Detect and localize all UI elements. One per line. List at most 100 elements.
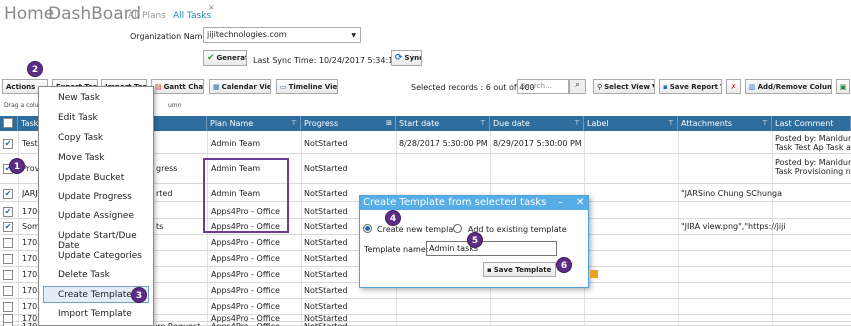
gantt-icon: ▤ xyxy=(155,82,162,91)
cell-progress: NotStarted xyxy=(304,254,348,263)
row-checkbox[interactable]: ✔ xyxy=(3,189,13,199)
column-label[interactable]: Label ⊤ xyxy=(584,116,678,131)
select-view-button[interactable]: ⚲ Select View ▼ xyxy=(593,79,655,94)
filter-icon[interactable]: ⊤ xyxy=(574,119,580,127)
filter-icon[interactable]: ⊤ xyxy=(291,119,297,127)
menu-item-update-categories[interactable]: Update Categories xyxy=(58,251,142,261)
close-tab-icon[interactable]: × xyxy=(208,3,215,12)
column-progress[interactable]: Progress ⊞ xyxy=(301,116,396,131)
menu-item-new-task[interactable]: New Task xyxy=(58,93,100,103)
cell-start-date: 8/28/2017 5:30:00 PM xyxy=(399,139,488,148)
row-checkbox[interactable] xyxy=(3,270,13,280)
column-label-label: Label xyxy=(587,119,609,128)
calendar-view-button[interactable]: ▦ Calendar View xyxy=(209,79,271,94)
timeline-view-button[interactable]: ▭ Timeline View xyxy=(276,79,338,94)
chevron-down-icon: ▼ xyxy=(720,83,721,90)
save-report-label: Save Report xyxy=(669,82,719,91)
filter-icon[interactable]: ⊤ xyxy=(480,119,486,127)
cell-progress: NotStarted xyxy=(304,302,348,311)
row-checkbox[interactable] xyxy=(3,254,13,264)
chevron-down-icon: ▼ xyxy=(652,83,654,90)
save-report-button[interactable]: ▪ Save Report ▼ xyxy=(659,79,722,94)
filter-icon: ⚲ xyxy=(597,82,603,91)
filter-icon[interactable]: ⊤ xyxy=(762,119,768,127)
add-existing-radio[interactable] xyxy=(453,224,462,233)
create-new-radio[interactable] xyxy=(363,224,372,233)
row-checkbox[interactable] xyxy=(3,302,13,312)
cell-progress: NotStarted xyxy=(304,238,348,247)
tab-all-plans[interactable]: All Plans xyxy=(128,11,166,21)
row-checkbox[interactable]: ✔ xyxy=(3,207,13,217)
cell-progress: NotStarted xyxy=(304,139,348,148)
menu-item-update-progress[interactable]: Update Progress xyxy=(58,192,132,202)
cell-progress: NotStarted xyxy=(304,322,348,326)
generate-button[interactable]: ✔ Generate xyxy=(203,50,247,66)
column-plan-name[interactable]: Plan Name ⊤ xyxy=(207,116,301,131)
row-checkbox[interactable] xyxy=(3,286,13,296)
add-remove-columns-button[interactable]: ▥ Add/Remove Columns... xyxy=(745,79,832,94)
excel-icon: ▣ xyxy=(839,82,847,91)
status-indicator xyxy=(590,270,598,278)
check-icon: ✔ xyxy=(207,53,215,63)
save-template-label: Save Template xyxy=(493,265,552,274)
cell-plan-name: Apps4Pro - Office xyxy=(211,238,280,247)
select-all-column[interactable] xyxy=(0,116,18,131)
drag-hint-left: Drag a colu xyxy=(4,102,39,109)
calendar-icon: ▦ xyxy=(213,82,220,91)
column-start-date[interactable]: Start date ⊤ xyxy=(396,116,490,131)
organization-value: jijitechnologies.com xyxy=(207,30,287,39)
cell-due-date: 8/29/2017 5:30:00 PM xyxy=(493,139,582,148)
cell-progress: NotStarted xyxy=(304,222,348,231)
gantt-chart-button[interactable]: ▤ Gantt Chart xyxy=(151,79,204,94)
row-checkbox[interactable] xyxy=(3,238,13,248)
clear-filter-button[interactable]: ✗ xyxy=(726,79,741,94)
menu-item-copy-task[interactable]: Copy Task xyxy=(58,133,103,143)
create-new-label: Create new template xyxy=(377,225,462,234)
menu-item-update-dates[interactable]: Update Start/Due Date xyxy=(58,231,153,251)
row-checkbox[interactable]: ✔ xyxy=(3,139,13,149)
cell-progress: NotStarted xyxy=(304,207,348,216)
search-icon[interactable]: ⌕ xyxy=(569,79,586,94)
menu-item-import-template[interactable]: Import Template xyxy=(58,309,132,319)
cell-plan-name: Apps4Pro - Office xyxy=(211,302,280,311)
menu-item-move-task[interactable]: Move Task xyxy=(58,153,104,163)
row-checkbox[interactable]: ✔ xyxy=(3,222,13,232)
cell-attachments: "JARSino Chung SChunga xyxy=(681,189,783,198)
cell-task: Test xyxy=(22,139,38,148)
column-last-comment[interactable]: Last Comment xyxy=(772,116,851,131)
organization-select[interactable]: jijitechnologies.com ▼ xyxy=(203,27,361,43)
dialog-title: Create Template from selected tasks xyxy=(360,196,588,210)
menu-item-update-bucket[interactable]: Update Bucket xyxy=(58,173,124,183)
cell-plan-name: Apps4Pro - Office xyxy=(211,322,280,326)
template-name-label: Template name: xyxy=(364,245,429,254)
filter-icon[interactable]: ⊞ xyxy=(386,119,392,127)
sync-button[interactable]: ⟳ Sync xyxy=(391,50,422,66)
menu-item-delete-task[interactable]: Delete Task xyxy=(58,270,110,280)
clear-filter-icon: ✗ xyxy=(730,82,737,91)
column-attachments[interactable]: Attachments ⊤ xyxy=(678,116,772,131)
column-progress-label: Progress xyxy=(304,119,339,128)
cell-plan-name: Apps4Pro - Office xyxy=(211,286,280,295)
template-name-input[interactable]: Admin tasks xyxy=(426,241,557,256)
app-window: Home DashBoard All Plans All Tasks × Org… xyxy=(0,0,851,326)
home-link[interactable]: Home xyxy=(4,4,54,24)
close-icon[interactable]: ✕ xyxy=(576,197,584,208)
plan-name-highlight xyxy=(203,158,289,233)
selected-records: Selected records : 6 out of 400 xyxy=(411,83,535,92)
tab-all-tasks[interactable]: All Tasks xyxy=(173,11,211,21)
select-all-checkbox[interactable] xyxy=(3,118,13,128)
menu-item-edit-task[interactable]: Edit Task xyxy=(58,113,98,123)
callout-2: 2 xyxy=(27,61,43,77)
gantt-chart-label: Gantt Chart xyxy=(163,82,204,91)
actions-label: Actions xyxy=(6,82,36,91)
menu-item-update-assignee[interactable]: Update Assignee xyxy=(58,211,134,221)
minimize-icon[interactable]: – xyxy=(558,197,563,208)
column-due-date[interactable]: Due date ⊤ xyxy=(490,116,584,131)
cell-bucket: rted xyxy=(156,189,173,198)
filter-icon[interactable]: ⊤ xyxy=(668,119,674,127)
row-checkbox[interactable] xyxy=(3,322,13,326)
save-template-button[interactable]: ▪ Save Template xyxy=(483,262,556,277)
excel-export-button[interactable]: ▣ xyxy=(836,79,850,94)
organization-label: Organization Name: xyxy=(130,32,210,41)
search-input[interactable]: Search... xyxy=(517,79,569,94)
